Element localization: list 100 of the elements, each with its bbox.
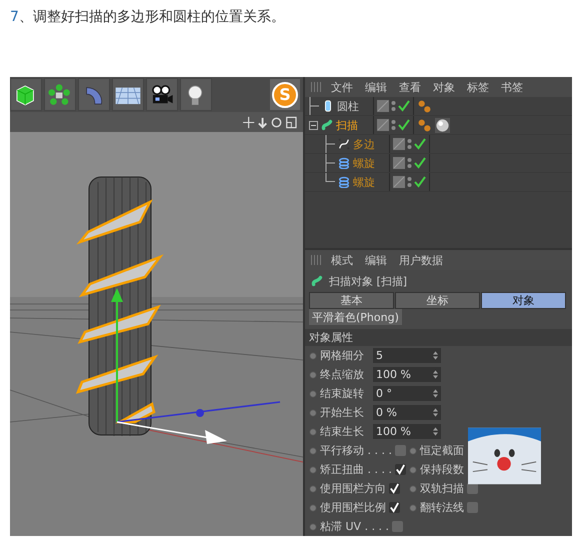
sweep-icon — [321, 119, 333, 131]
checkbox[interactable] — [394, 464, 406, 475]
menu-item[interactable]: 模式 — [331, 252, 353, 268]
radio-dot-icon — [309, 408, 317, 416]
radio-dot-icon — [309, 466, 317, 474]
checkbox[interactable] — [394, 445, 406, 456]
stepper-arrows-icon — [433, 408, 438, 417]
layer-swatch-icon — [393, 176, 405, 188]
check-icon — [414, 176, 426, 188]
radio-dot-icon — [309, 484, 317, 492]
radio-dot-icon — [409, 466, 417, 474]
visibility-dots-icon — [407, 157, 412, 169]
visibility-dots-icon — [407, 176, 412, 188]
menu-item[interactable]: 书签 — [501, 80, 523, 94]
layer-swatch-icon — [377, 119, 389, 131]
option-label: 恒定截面 — [420, 443, 464, 458]
object-name[interactable]: 多边 — [353, 136, 375, 152]
helix-icon — [338, 176, 350, 188]
menu-item[interactable]: 标签 — [467, 80, 489, 94]
tool-button[interactable] — [180, 78, 212, 111]
tool-button[interactable] — [112, 78, 144, 111]
tool-button[interactable] — [146, 78, 178, 111]
number-field[interactable]: 0 ° — [373, 386, 441, 401]
caption-text: 、调整好扫描的多边形和圆柱的位置关系。 — [18, 9, 285, 25]
checkbox[interactable] — [392, 521, 404, 532]
phong-tag-icon — [417, 98, 432, 114]
menu-item[interactable]: 用户数据 — [399, 252, 443, 268]
checkbox[interactable] — [467, 483, 478, 494]
menu-item[interactable]: 文件 — [331, 80, 353, 94]
cylinder-icon — [322, 100, 334, 112]
tree-branch-icon — [309, 97, 319, 115]
radio-dot-icon — [409, 484, 417, 492]
number-field[interactable]: 5 — [373, 348, 441, 363]
material-ball-icon — [435, 118, 450, 132]
option-label: 矫正扭曲 . . . . — [320, 462, 392, 477]
check-icon — [414, 138, 426, 150]
option-label: 双轨扫描 — [420, 481, 464, 496]
checkbox[interactable] — [389, 502, 400, 513]
number-field[interactable]: 0 % — [373, 405, 441, 420]
number-field[interactable]: 100 % — [373, 424, 441, 439]
tool-button[interactable] — [44, 78, 76, 111]
radio-dot-icon — [409, 504, 417, 512]
tab[interactable]: 对象 — [481, 292, 566, 309]
expand-toggle-icon[interactable] — [309, 120, 318, 130]
object-title: 扫描对象 [扫描] — [329, 274, 408, 288]
object-name[interactable]: 圆柱 — [337, 98, 359, 114]
stepper-arrows-icon — [433, 370, 438, 379]
step-number: 7 — [10, 9, 19, 25]
option-label: 保持段数 — [420, 462, 464, 477]
spline-icon — [338, 138, 350, 150]
field-label: 结束生长 — [320, 424, 365, 439]
check-icon — [414, 157, 426, 169]
menu-item[interactable]: 编辑 — [365, 80, 387, 94]
check-icon — [398, 100, 410, 112]
option-label: 翻转法线 — [420, 500, 464, 515]
section-header: 对象属性 — [305, 329, 572, 346]
field-label: 网格细分 — [320, 348, 365, 363]
checkbox[interactable] — [389, 483, 400, 494]
option-label: 使用围栏比例 — [320, 500, 386, 515]
number-field[interactable]: 100 % — [373, 367, 441, 382]
object-name[interactable]: 螺旋 — [353, 174, 375, 190]
radio-dot-icon — [409, 446, 417, 454]
radio-dot-icon — [309, 522, 317, 530]
layer-swatch-icon — [393, 138, 405, 150]
option-label: 粘滞 UV . . . . — [320, 519, 390, 534]
radio-dot-icon — [309, 390, 317, 398]
viewport-navigation-icons[interactable] — [241, 116, 299, 128]
layer-swatch-icon — [393, 157, 405, 169]
check-icon — [398, 119, 410, 131]
field-label: 开始生长 — [320, 405, 365, 420]
stepper-arrows-icon — [433, 427, 438, 436]
option-label: 使用围栏方向 — [320, 481, 386, 496]
stepper-arrows-icon — [433, 389, 438, 398]
option-label: 平行移动 . . . . — [320, 443, 392, 458]
checkbox[interactable] — [467, 502, 478, 513]
menu-item[interactable]: 查看 — [399, 80, 421, 94]
phong-tab[interactable]: 平滑着色(Phong) — [309, 309, 402, 325]
object-name[interactable]: 螺旋 — [353, 156, 375, 170]
phong-tag-icon — [417, 118, 432, 132]
tool-button[interactable] — [10, 78, 42, 111]
menu-item[interactable]: 编辑 — [365, 252, 387, 268]
helix-icon — [338, 157, 350, 169]
sweep-icon — [311, 275, 323, 287]
visibility-dots-icon — [391, 119, 396, 131]
3d-viewport[interactable] — [10, 132, 303, 536]
menu-item[interactable]: 对象 — [433, 80, 455, 94]
radio-dot-icon — [309, 446, 317, 454]
field-label: 终点缩放 — [320, 367, 365, 382]
field-label: 结束旋转 — [320, 386, 365, 401]
radio-dot-icon — [309, 370, 317, 378]
stepper-arrows-icon — [433, 351, 438, 360]
radio-dot-icon — [309, 352, 317, 360]
tab[interactable]: 坐标 — [395, 292, 480, 309]
layer-swatch-icon — [377, 100, 389, 112]
object-name[interactable]: 扫描 — [336, 118, 358, 132]
radio-dot-icon — [309, 428, 317, 436]
tree-branch-icon — [325, 135, 335, 153]
visibility-dots-icon — [407, 138, 412, 150]
radio-dot-icon — [309, 504, 317, 512]
tab[interactable]: 基本 — [309, 292, 394, 309]
